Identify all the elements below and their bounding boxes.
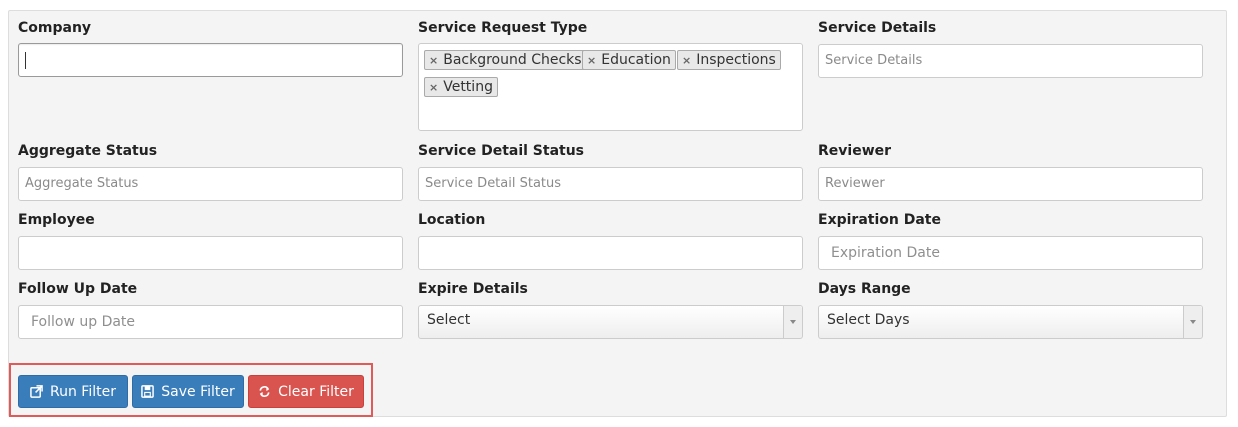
text-cursor xyxy=(25,52,26,69)
floppy-disk-icon xyxy=(141,385,155,398)
company-input[interactable] xyxy=(18,43,403,77)
run-filter-label: Run Filter xyxy=(50,383,116,400)
service-details-label: Service Details xyxy=(818,20,937,36)
aggregate-status-input[interactable]: Aggregate Status xyxy=(18,167,403,201)
tag-background-checks[interactable]: × Background Checks xyxy=(424,50,587,70)
tag-label: Inspections xyxy=(696,52,776,68)
service-detail-status-label: Service Detail Status xyxy=(418,143,585,159)
service-details-placeholder: Service Details xyxy=(825,53,923,68)
tag-label: Background Checks xyxy=(443,52,582,68)
days-range-select[interactable]: Select Days xyxy=(818,305,1203,339)
expiration-date-input[interactable]: Expiration Date xyxy=(818,236,1203,270)
tag-vetting[interactable]: × Vetting xyxy=(424,77,498,97)
reviewer-label: Reviewer xyxy=(818,143,892,159)
days-range-value: Select Days xyxy=(827,312,910,328)
follow-up-date-placeholder: Follow up Date xyxy=(31,314,136,330)
location-input[interactable] xyxy=(418,236,803,270)
close-icon[interactable]: × xyxy=(429,54,438,67)
close-icon[interactable]: × xyxy=(587,54,596,67)
location-label: Location xyxy=(418,212,486,228)
aggregate-status-label: Aggregate Status xyxy=(18,143,158,159)
tag-education[interactable]: × Education xyxy=(582,50,676,70)
aggregate-status-placeholder: Aggregate Status xyxy=(25,176,139,191)
close-icon[interactable]: × xyxy=(429,81,438,94)
reviewer-input[interactable]: Reviewer xyxy=(818,167,1203,201)
save-filter-label: Save Filter xyxy=(161,383,235,400)
service-detail-status-placeholder: Service Detail Status xyxy=(425,176,562,191)
expiration-date-placeholder: Expiration Date xyxy=(831,245,940,261)
clear-filter-button[interactable]: Clear Filter xyxy=(248,375,364,408)
close-icon[interactable]: × xyxy=(682,54,691,67)
tag-label: Education xyxy=(601,52,671,68)
expire-details-label: Expire Details xyxy=(418,281,528,297)
employee-input[interactable] xyxy=(18,236,403,270)
tag-inspections[interactable]: × Inspections xyxy=(677,50,781,70)
run-filter-button[interactable]: Run Filter xyxy=(18,375,128,408)
refresh-icon xyxy=(259,386,270,397)
days-range-label: Days Range xyxy=(818,281,911,297)
expire-details-value: Select xyxy=(427,312,471,328)
service-detail-status-input[interactable]: Service Detail Status xyxy=(418,167,803,201)
service-details-input[interactable]: Service Details xyxy=(818,44,1203,78)
expiration-date-label: Expiration Date xyxy=(818,212,941,228)
caret-down-icon[interactable] xyxy=(783,306,802,338)
service-request-type-multiselect[interactable]: × Background Checks × Education × Inspectio… xyxy=(418,43,803,131)
tag-label: Vetting xyxy=(443,79,493,95)
follow-up-date-label: Follow Up Date xyxy=(18,281,138,297)
reviewer-placeholder: Reviewer xyxy=(825,176,885,191)
save-filter-button[interactable]: Save Filter xyxy=(132,375,244,408)
clear-filter-label: Clear Filter xyxy=(278,383,354,400)
service-request-type-label: Service Request Type xyxy=(418,20,588,36)
company-label: Company xyxy=(18,20,92,36)
follow-up-date-input[interactable]: Follow up Date xyxy=(18,305,403,339)
caret-down-icon[interactable] xyxy=(1183,306,1202,338)
expire-details-select[interactable]: Select xyxy=(418,305,803,339)
employee-label: Employee xyxy=(18,212,95,228)
external-link-icon xyxy=(30,385,43,398)
